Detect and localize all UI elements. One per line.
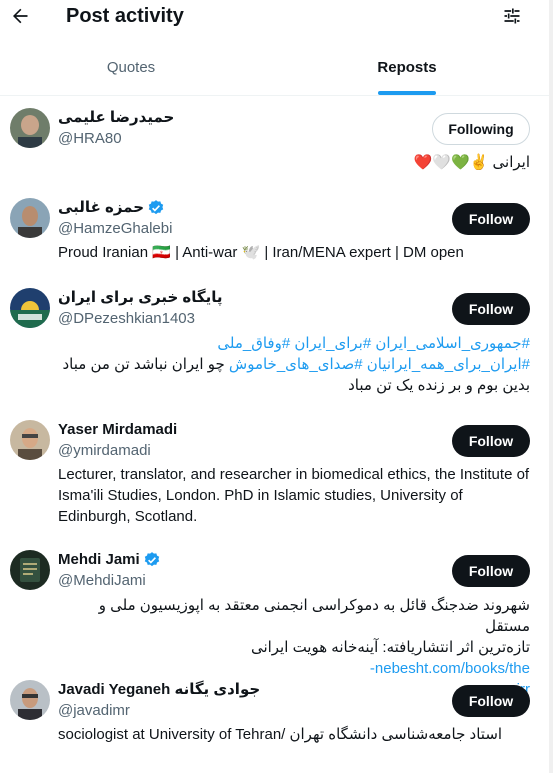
user-bio: Proud Iranian 🇮🇷 | Anti-war 🕊️ | Iran/ME…	[58, 244, 464, 261]
user-bio: Lecturer, translator, and researcher in …	[58, 466, 530, 525]
avatar[interactable]	[10, 550, 50, 590]
bio-hashtags[interactable]: #جمهوری_اسلامی_ایران #برای_ایران #وفاق_م…	[217, 335, 530, 352]
user-name-row: حمیدرضا علیمی	[58, 108, 174, 128]
user-name[interactable]: Yaser Mirdamadi	[58, 420, 177, 440]
avatar[interactable]	[10, 198, 50, 238]
user-cell-dpezeshkian1403[interactable]: پایگاه خبری برای ایران @DPezeshkian1403 …	[0, 278, 549, 402]
user-name[interactable]: حمزه غالبی	[58, 198, 144, 218]
follow-button[interactable]: Follow	[452, 555, 530, 587]
page-title: Post activity	[66, 5, 184, 27]
back-arrow-icon[interactable]	[8, 2, 32, 30]
user-bio: ایرانی ✌️💚🤍❤️	[413, 154, 530, 171]
user-cell-hamzeghalebi[interactable]: حمزه غالبی @HamzeGhalebi Follow Proud Ir…	[0, 188, 549, 272]
tab-reposts-label: Reposts	[377, 59, 437, 76]
verified-badge-icon	[147, 199, 165, 217]
user-cell-ymirdamadi[interactable]: Yaser Mirdamadi @ymirdamadi Follow Lectu…	[0, 410, 549, 535]
follow-button[interactable]: Follow	[452, 685, 530, 717]
user-name[interactable]: Javadi Yeganeh جوادی یگانه	[58, 680, 260, 700]
header: Post activity	[0, 0, 553, 34]
user-bio: #جمهوری_اسلامی_ایران #برای_ایران #وفاق_م…	[58, 333, 530, 396]
tab-reposts[interactable]: Reposts	[262, 46, 552, 96]
user-name-row: Yaser Mirdamadi	[58, 420, 177, 440]
bio-hashtags[interactable]: #ایران_برای_همه_ایرانیان #صدای_های_خاموش	[229, 356, 530, 373]
scrollbar[interactable]	[549, 0, 553, 773]
active-tab-indicator	[378, 91, 436, 95]
user-handle[interactable]: @javadimr	[58, 701, 130, 721]
filter-icon[interactable]	[500, 3, 524, 29]
tab-quotes-label: Quotes	[106, 59, 156, 76]
user-cell-mehdijami[interactable]: Mehdi Jami @MehdiJami Follow شهروند ضدجن…	[0, 540, 549, 698]
follow-button[interactable]: Follow	[452, 425, 530, 457]
avatar[interactable]	[10, 108, 50, 148]
tab-quotes[interactable]: Quotes	[0, 46, 262, 96]
follow-button[interactable]: Follow	[452, 293, 530, 325]
avatar[interactable]	[10, 680, 50, 720]
user-name[interactable]: پایگاه خبری برای ایران	[58, 288, 223, 308]
avatar[interactable]	[10, 288, 50, 328]
user-handle[interactable]: @MehdiJami	[58, 571, 146, 591]
bio-text: بدین بوم و بر زنده یک تن مباد	[348, 377, 530, 394]
user-handle[interactable]: @DPezeshkian1403	[58, 309, 195, 329]
bio-text: چو ایران نباشد تن من مباد	[62, 356, 229, 373]
user-handle[interactable]: @HRA80	[58, 129, 122, 149]
verified-badge-icon	[143, 551, 161, 569]
bio-text: تازه‌ترین اثر انتشاریافته: آینه‌خانه هوی…	[250, 639, 530, 656]
user-bio: sociologist at University of Tehran/ است…	[58, 726, 503, 743]
user-name[interactable]: حمیدرضا علیمی	[58, 108, 174, 128]
user-name-row: Javadi Yeganeh جوادی یگانه	[58, 680, 260, 700]
follow-button[interactable]: Follow	[452, 203, 530, 235]
user-cell-hra80[interactable]: حمیدرضا علیمی @HRA80 Following ایرانی ✌️…	[0, 98, 549, 182]
following-button[interactable]: Following	[432, 113, 530, 145]
user-name-row: Mehdi Jami	[58, 550, 161, 570]
user-name[interactable]: Mehdi Jami	[58, 550, 140, 570]
user-handle[interactable]: @ymirdamadi	[58, 441, 151, 461]
user-name-row: حمزه غالبی	[58, 198, 165, 218]
user-cell-javadimr[interactable]: Javadi Yeganeh جوادی یگانه @javadimr Fol…	[0, 670, 549, 760]
user-name-row: پایگاه خبری برای ایران	[58, 288, 223, 308]
tab-bar: Quotes Reposts	[0, 46, 553, 96]
user-handle[interactable]: @HamzeGhalebi	[58, 219, 172, 239]
bio-text: شهروند ضدجنگ قائل به دموکراسی انجمنی معت…	[98, 597, 530, 635]
avatar[interactable]	[10, 420, 50, 460]
